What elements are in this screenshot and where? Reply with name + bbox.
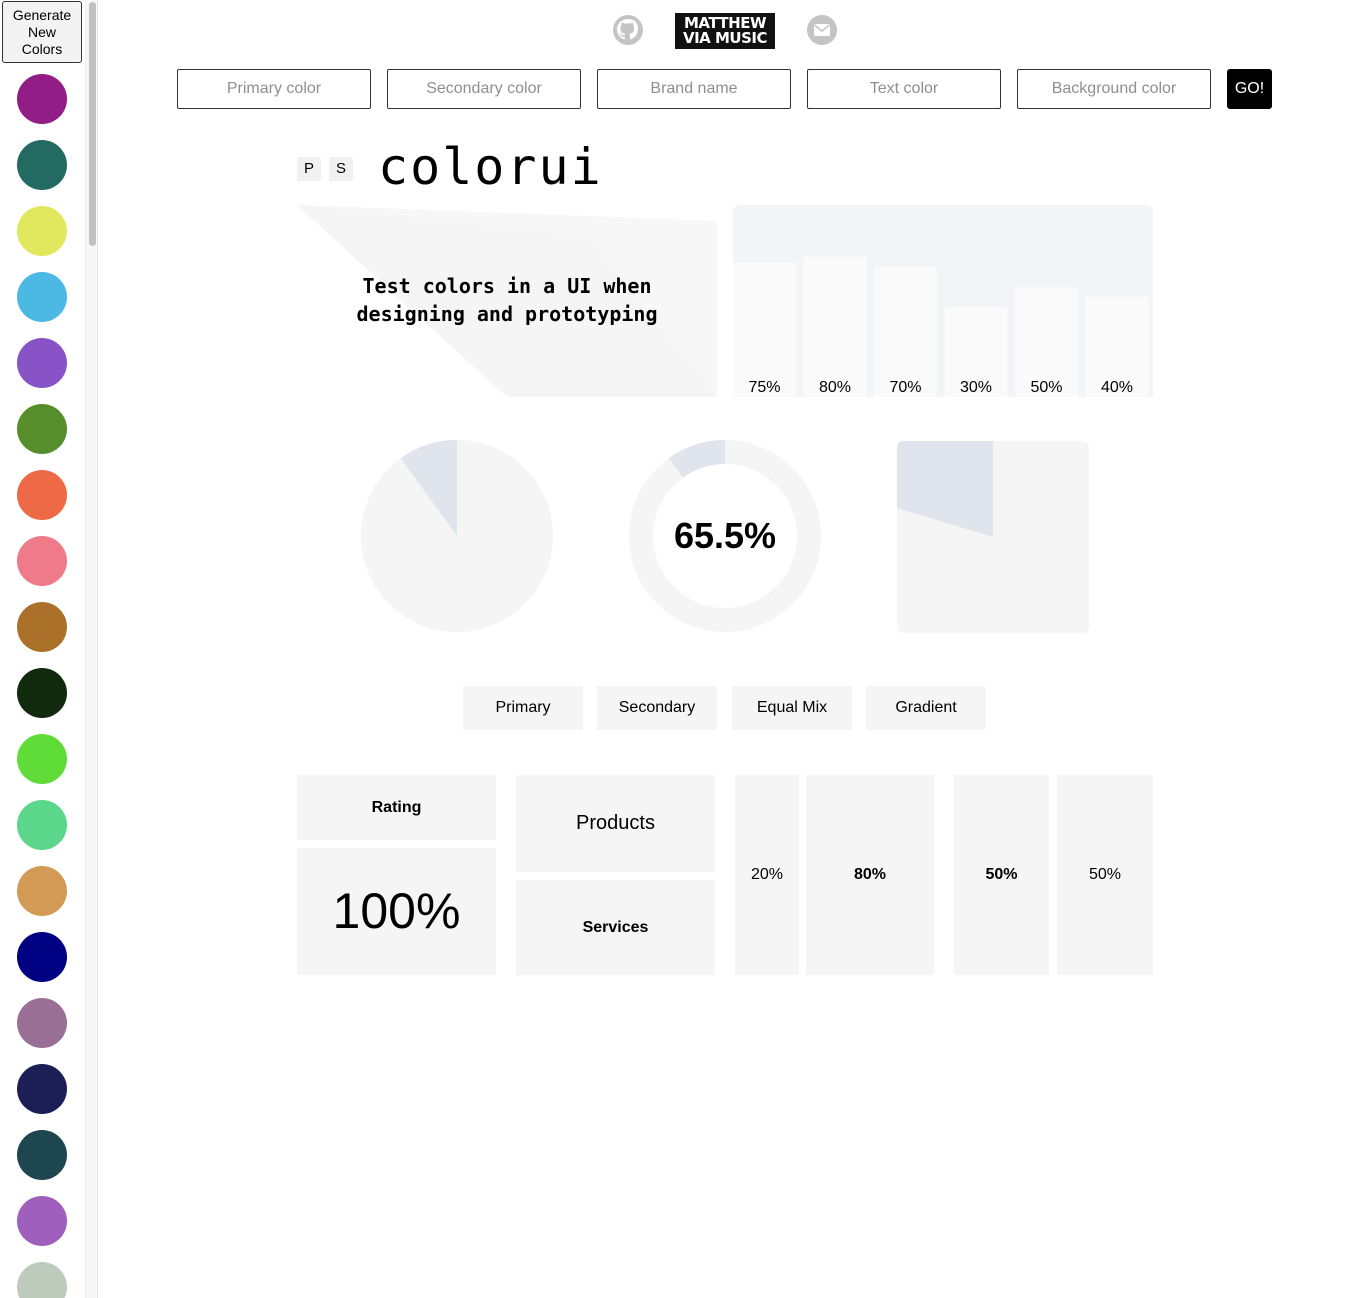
mode-equal-mix-button[interactable]: Equal Mix [732,686,852,730]
github-icon[interactable] [612,14,644,46]
donut-value: 65.5% [673,515,777,556]
services-card: Services [516,880,715,975]
area-fill [897,441,993,537]
split-half-left-cell: 50% [954,775,1049,975]
split-half-right-cell: 50% [1057,775,1153,975]
color-swatch[interactable] [17,1130,67,1180]
split-large-cell: 80% [806,775,934,975]
products-card: Products [516,775,715,872]
primary-color-input[interactable] [177,69,371,109]
bar [803,257,867,397]
rating-value: 100% [297,848,496,975]
bar-label: 50% [1030,379,1062,396]
brand-name-input[interactable] [597,69,791,109]
color-swatch[interactable] [17,404,67,454]
color-swatch[interactable] [17,998,67,1048]
bar-label: 80% [819,379,851,396]
mode-gradient-button[interactable]: Gradient [866,686,986,730]
bar-label: 75% [748,379,780,396]
color-swatch[interactable] [17,668,67,718]
hero-tagline: Test colors in a UI when designing and p… [356,274,658,326]
background-color-input[interactable] [1017,69,1211,109]
go-button[interactable]: GO! [1227,69,1272,109]
color-sidebar: Generate New Colors [0,0,98,1298]
bar-chart: 75% 80% 70% 30% 50% 40% [733,205,1153,397]
color-swatch[interactable] [17,800,67,850]
color-swatch[interactable] [17,536,67,586]
color-swatch[interactable] [17,470,67,520]
bar-label: 70% [889,379,921,396]
color-swatch[interactable] [17,338,67,388]
bar-label: 40% [1101,379,1133,396]
color-swatch[interactable] [17,1196,67,1246]
color-swatch[interactable] [17,602,67,652]
rating-title: Rating [297,775,496,840]
bar [733,262,796,397]
swatch-list [17,74,67,1298]
color-swatch[interactable] [17,734,67,784]
color-swatch[interactable] [17,1262,67,1298]
pie-chart [361,440,553,632]
color-swatch[interactable] [17,1064,67,1114]
mode-primary-button[interactable]: Primary [463,686,583,730]
pie-slice [361,440,553,632]
area-chart [897,441,1089,633]
scrollbar-thumb[interactable] [89,2,96,246]
bar-label: 30% [960,379,992,396]
text-color-input[interactable] [807,69,1001,109]
secondary-badge[interactable]: S [329,157,353,181]
color-swatch[interactable] [17,74,67,124]
brand-title: colorui [378,138,603,196]
sidebar-scrollbar[interactable] [85,0,97,1298]
split-small-cell: 20% [735,775,799,975]
secondary-color-input[interactable] [387,69,581,109]
color-swatch[interactable] [17,140,67,190]
mode-secondary-button[interactable]: Secondary [597,686,717,730]
color-swatch[interactable] [17,866,67,916]
primary-badge[interactable]: P [297,157,321,181]
brand-logo[interactable]: MATTHEW VIA MUSIC [675,13,775,49]
color-swatch[interactable] [17,206,67,256]
generate-new-colors-button[interactable]: Generate New Colors [2,1,82,63]
bar [874,267,937,397]
color-swatch[interactable] [17,932,67,982]
color-swatch[interactable] [17,272,67,322]
mail-icon[interactable] [806,14,838,46]
